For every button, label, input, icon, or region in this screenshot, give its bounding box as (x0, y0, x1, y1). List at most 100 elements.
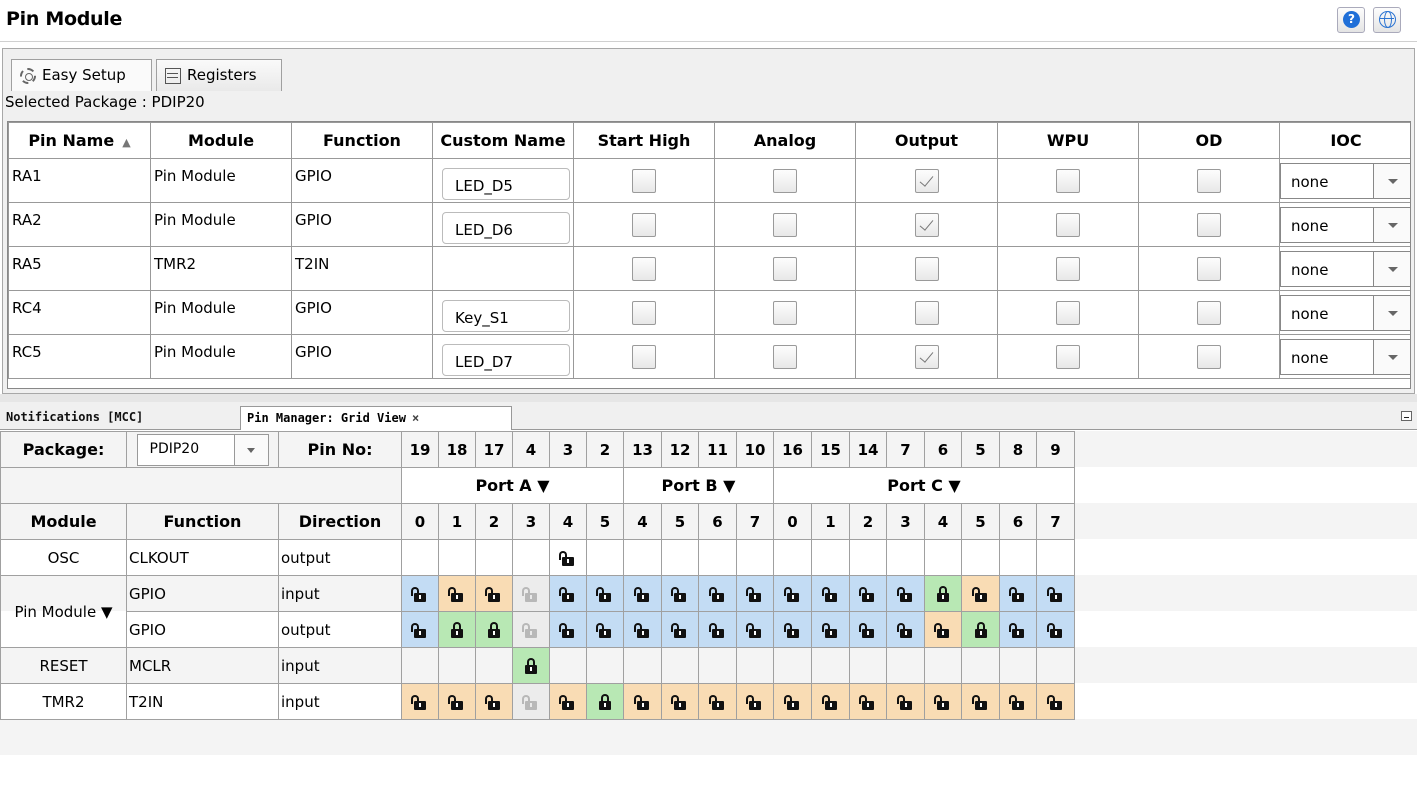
pin-cell[interactable] (586, 575, 624, 612)
analog-checkbox[interactable] (773, 300, 797, 325)
custom-name-input[interactable]: LED_D7 (442, 344, 570, 376)
pin-row[interactable]: RA1 Pin Module GPIO LED_D5 none (8, 158, 1410, 203)
pin-cell[interactable] (512, 683, 550, 720)
pin-cell[interactable] (438, 611, 476, 648)
od-checkbox[interactable] (1197, 344, 1221, 369)
pin-cell[interactable] (886, 683, 925, 720)
unlocked-icon[interactable] (633, 586, 650, 602)
unlocked-icon[interactable] (708, 622, 725, 638)
unlocked-icon[interactable] (559, 550, 575, 566)
pin-cell[interactable] (512, 647, 550, 684)
pin-cell[interactable] (1036, 611, 1075, 648)
start-high-checkbox[interactable] (632, 212, 656, 237)
unlocked-icon[interactable] (783, 694, 800, 710)
locked-icon[interactable] (524, 658, 538, 674)
start-high-checkbox[interactable] (632, 344, 656, 369)
unlocked-icon[interactable] (1009, 622, 1025, 638)
unlocked-icon[interactable] (859, 622, 875, 638)
output-checkbox[interactable] (914, 300, 939, 325)
pin-cell[interactable] (661, 683, 699, 720)
od-checkbox[interactable] (1197, 300, 1221, 325)
pin-cell[interactable] (849, 683, 887, 720)
pin-cell[interactable] (661, 611, 699, 648)
pin-cell[interactable] (438, 683, 476, 720)
unlocked-icon[interactable] (1046, 622, 1063, 638)
pin-cell[interactable] (849, 611, 887, 648)
pin-cell[interactable] (773, 575, 812, 612)
pin-cell[interactable] (549, 539, 587, 576)
pin-cell[interactable] (549, 683, 587, 720)
analog-checkbox[interactable] (773, 168, 797, 193)
pin-row[interactable]: RA2 Pin Module GPIO LED_D6 none (8, 202, 1410, 247)
pin-cell[interactable] (401, 575, 439, 612)
col-header-ioc[interactable]: IOC (1279, 122, 1410, 159)
col-header-pin-name[interactable]: Pin Name ▲ (8, 122, 151, 159)
custom-name-input[interactable]: LED_D6 (442, 212, 570, 244)
help-button[interactable]: ? (1337, 7, 1365, 33)
pin-cell[interactable] (961, 575, 1000, 612)
pin-cell[interactable] (736, 575, 774, 612)
analog-checkbox[interactable] (773, 344, 797, 369)
pin-cell[interactable] (886, 611, 925, 648)
unlocked-icon[interactable] (896, 622, 913, 638)
ioc-select[interactable]: none (1280, 338, 1410, 375)
pin-cell[interactable] (811, 575, 850, 612)
col-header-output[interactable]: Output (855, 122, 998, 159)
unlocked-icon[interactable] (896, 586, 913, 602)
locked-icon[interactable] (487, 622, 501, 638)
start-high-checkbox[interactable] (632, 300, 656, 325)
unlocked-icon[interactable] (783, 586, 800, 602)
port-header[interactable]: Port C ▼ (773, 467, 1075, 504)
unlocked-icon[interactable] (1009, 586, 1025, 602)
chevron-down-icon[interactable] (1373, 295, 1410, 330)
pin-cell[interactable] (623, 575, 662, 612)
pin-cell[interactable] (698, 611, 737, 648)
chevron-down-icon[interactable] (233, 434, 268, 465)
unlocked-icon[interactable] (671, 622, 687, 638)
unlocked-icon[interactable] (746, 586, 762, 602)
wpu-checkbox[interactable] (1056, 212, 1080, 237)
pin-row[interactable]: RC4 Pin Module GPIO Key_S1 none (8, 290, 1410, 335)
unlocked-icon[interactable] (859, 586, 875, 602)
pin-cell[interactable] (999, 575, 1037, 612)
pin-cell[interactable] (1036, 683, 1075, 720)
pin-cell[interactable] (661, 575, 699, 612)
ioc-select[interactable]: none (1280, 294, 1410, 331)
unlocked-icon[interactable] (783, 622, 800, 638)
custom-name-input[interactable]: LED_D5 (442, 168, 570, 200)
col-header-custom-name[interactable]: Custom Name (432, 122, 574, 159)
pin-cell[interactable] (512, 611, 550, 648)
port-header[interactable]: Port A ▼ (401, 467, 624, 504)
minimize-icon[interactable] (1401, 411, 1412, 421)
chevron-down-icon[interactable] (1373, 251, 1410, 286)
pin-cell[interactable] (961, 683, 1000, 720)
pin-cell[interactable] (773, 611, 812, 648)
col-header-od[interactable]: OD (1138, 122, 1280, 159)
chevron-down-icon[interactable] (1373, 163, 1410, 198)
pin-cell[interactable] (698, 575, 737, 612)
unlocked-icon[interactable] (559, 586, 575, 602)
package-select[interactable]: PDIP20 (136, 433, 269, 466)
col-header-start-high[interactable]: Start High (573, 122, 715, 159)
pin-cell[interactable] (924, 575, 962, 612)
unlocked-icon[interactable] (671, 586, 687, 602)
unlocked-icon[interactable] (971, 586, 988, 602)
pin-cell[interactable] (401, 611, 439, 648)
unlocked-icon[interactable] (559, 694, 575, 710)
unlocked-icon[interactable] (448, 586, 464, 602)
wpu-checkbox[interactable] (1056, 344, 1080, 369)
wpu-checkbox[interactable] (1056, 300, 1080, 325)
pin-cell[interactable] (475, 611, 513, 648)
tab-easy-setup[interactable]: Easy Setup (11, 59, 152, 91)
tab-pin-manager[interactable]: Pin Manager: Grid View × (240, 406, 512, 430)
output-checkbox[interactable] (914, 344, 939, 369)
custom-name-input[interactable]: Key_S1 (442, 300, 570, 332)
chevron-down-icon[interactable] (1373, 207, 1410, 242)
locked-icon[interactable] (936, 586, 950, 602)
unlocked-icon[interactable] (746, 694, 762, 710)
pin-cell[interactable] (999, 683, 1037, 720)
ioc-select[interactable]: none (1280, 162, 1410, 199)
unlocked-icon[interactable] (411, 586, 427, 602)
pin-cell[interactable] (401, 683, 439, 720)
pin-cell[interactable] (999, 611, 1037, 648)
